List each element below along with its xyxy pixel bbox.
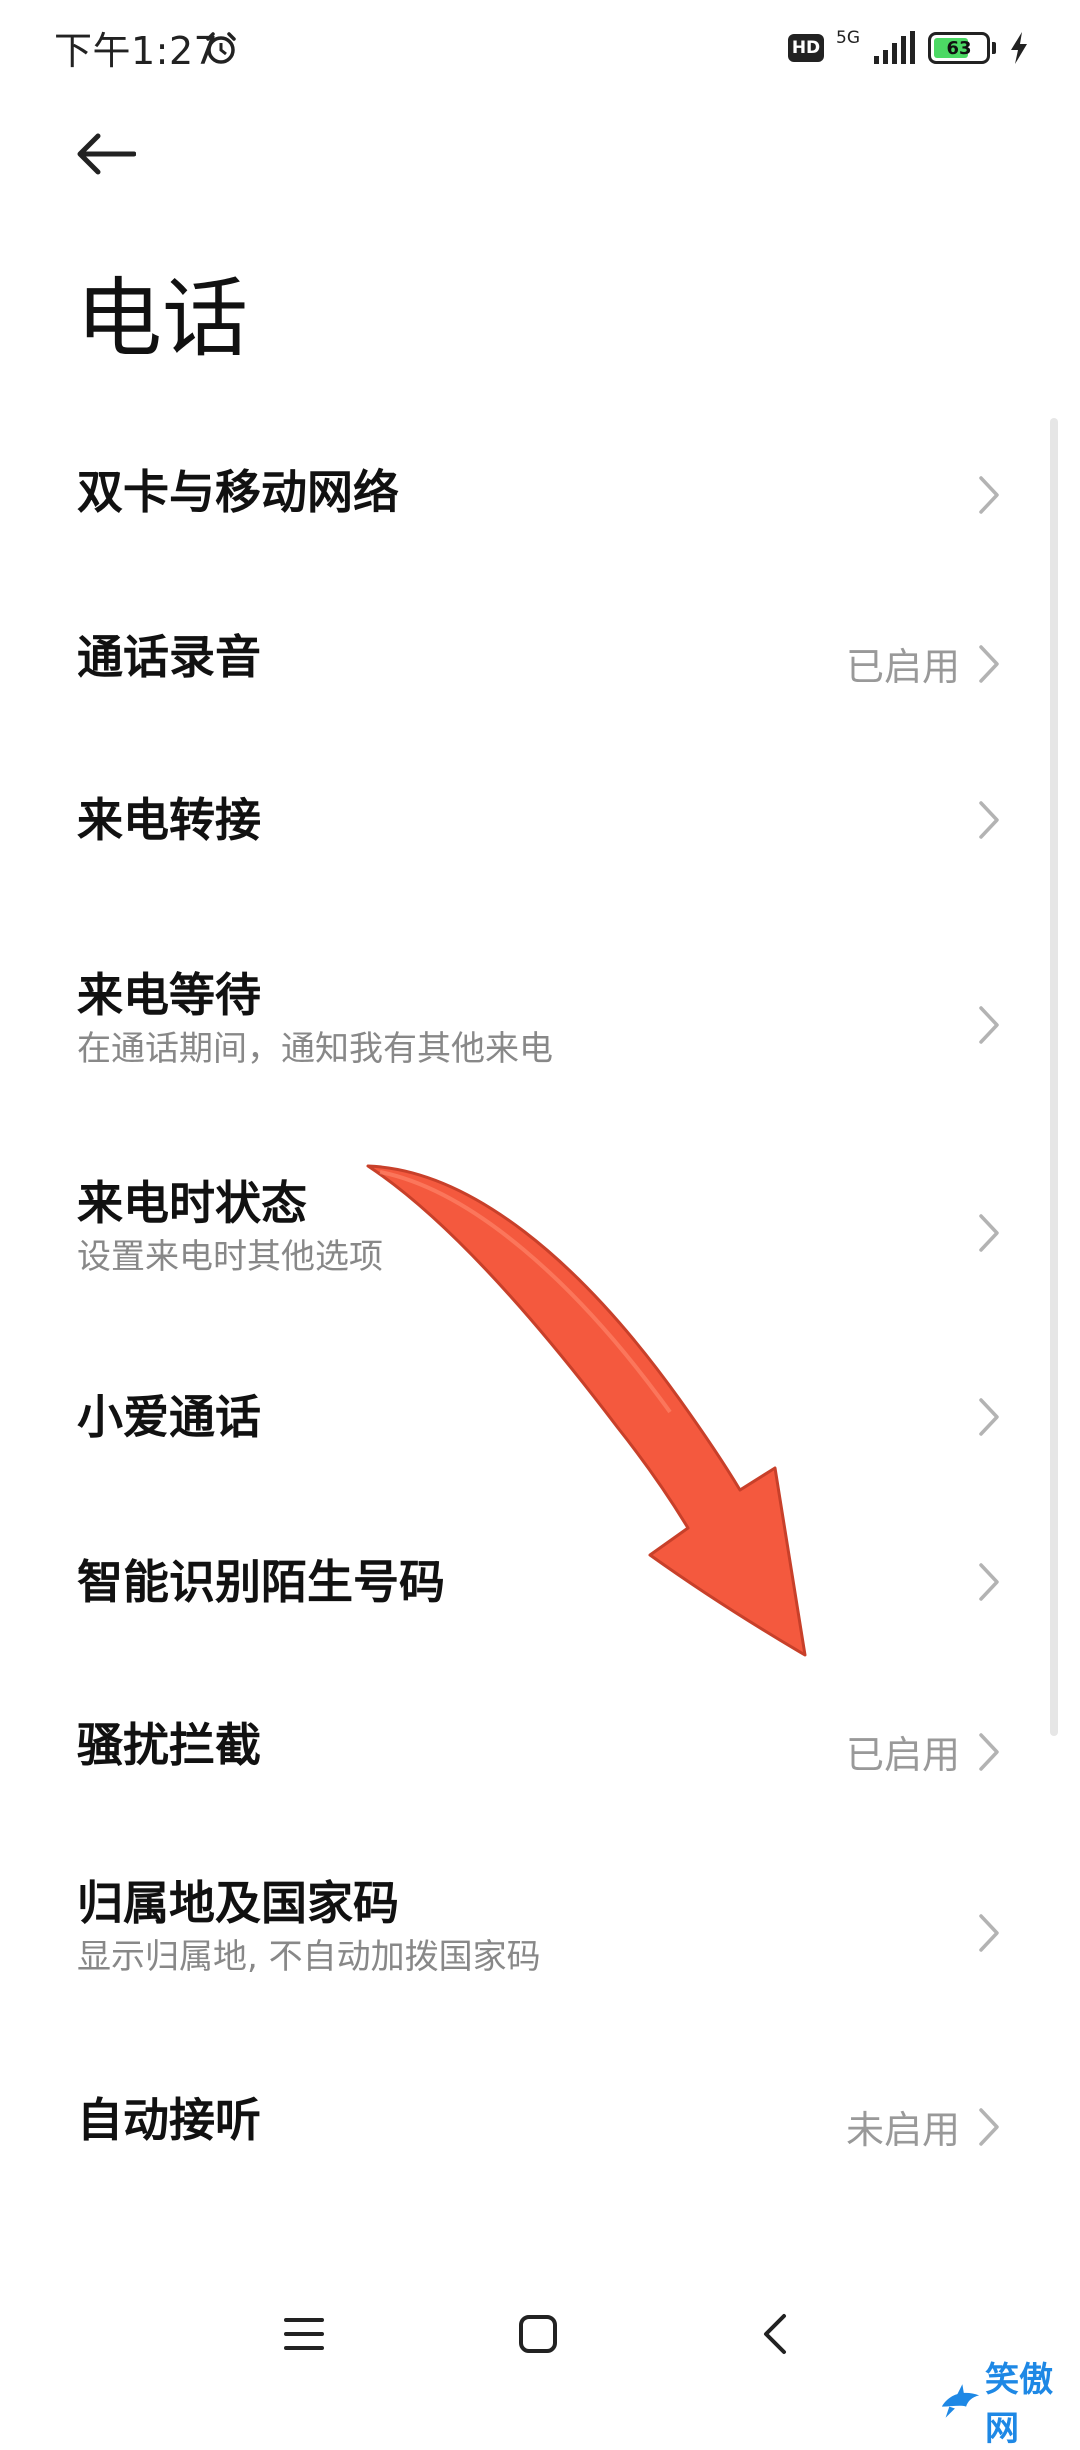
chevron-right-icon [979,1214,999,1252]
row-status-value: 已启用 [845,1733,960,1777]
nav-menu-button[interactable] [268,2298,340,2370]
page-title: 电话 [76,269,248,369]
annotation-arrow [366,1164,807,1657]
row-text: 来电转接 [77,790,261,850]
row-text: 通话录音 [77,627,261,687]
network-type: 5G [836,28,860,48]
nav-home-button[interactable] [502,2298,574,2370]
chevron-right-icon [979,476,999,514]
row-title: 通话录音 [77,630,261,684]
row-subtitle: 设置来电时其他选项 [77,1237,383,1277]
nav-back-button[interactable] [738,2298,810,2370]
row-subtitle: 显示归属地, 不自动加拨国家码 [77,1937,541,1977]
arrow-left-icon [77,133,136,175]
row-right: 未启用 [846,2099,1000,2154]
alarm-clock-icon [206,32,236,64]
row-title: 来电时状态 [77,1176,307,1230]
scrollbar[interactable] [1050,418,1058,1736]
row-title: 来电转接 [77,793,261,847]
row-status-value: 已启用 [845,645,960,689]
setting-row-call-recording[interactable]: 通话录音 已启用 [0,602,1080,712]
row-text: 双卡与移动网络 [77,462,399,522]
chevron-right-icon [979,1398,999,1436]
row-text: 骚扰拦截 [77,1715,261,1775]
row-right [978,1397,1000,1437]
row-text: 归属地及国家码 显示归属地, 不自动加拨国家码 [77,1873,541,1981]
row-text: 来电时状态 设置来电时其他选项 [77,1173,383,1281]
chevron-right-icon [979,1563,999,1601]
row-right: 已启用 [846,1724,1000,1779]
charging-bolt-icon [1011,32,1027,64]
row-subtitle: 在通话期间，通知我有其他来电 [77,1029,553,1069]
navigation-bar [0,2270,1080,2400]
row-right [978,800,1000,840]
watermark-text: 笑傲网 [984,2360,1053,2449]
setting-row-dual-sim[interactable]: 双卡与移动网络 [0,440,1080,550]
battery-level: 63 [946,37,972,59]
row-right [978,1005,1000,1045]
row-title: 归属地及国家码 [77,1876,399,1930]
setting-row-call-waiting[interactable]: 来电等待 在通话期间，通知我有其他来电 [0,955,1080,1095]
chevron-right-icon [979,801,999,839]
chevron-right-icon [979,2107,999,2146]
hd-voice-badge: HD [788,34,824,62]
row-right [978,1562,1000,1602]
row-text: 来电等待 在通话期间，通知我有其他来电 [77,965,553,1073]
chevron-right-icon [979,1914,999,1952]
row-right [978,1213,1000,1253]
row-title: 来电等待 [77,968,261,1022]
row-right [978,475,1000,515]
battery-icon: 63 [928,32,990,64]
setting-row-call-forwarding[interactable]: 来电转接 [0,765,1080,875]
signal-strength-icon [874,31,915,64]
row-status-value: 未启用 [845,2108,960,2152]
row-text: 小爱通话 [77,1387,261,1447]
status-time: 下午1:27 [54,29,219,73]
home-square-icon [519,2315,557,2353]
row-title: 双卡与移动网络 [77,465,399,519]
chevron-right-icon [979,1006,999,1044]
menu-icon [284,2318,324,2350]
row-text: 自动接听 [77,2090,261,2150]
setting-row-spam-blocking[interactable]: 骚扰拦截 已启用 [0,1690,1080,1800]
status-bar: 下午1:27 HD 5G 63 [0,0,1080,96]
back-chevron-icon [764,2314,786,2354]
back-button[interactable] [70,118,142,190]
status-icons: HD 5G 63 [788,26,1030,70]
shark-logo-icon [941,2384,980,2418]
row-title: 小爱通话 [77,1390,261,1444]
row-title: 骚扰拦截 [77,1718,261,1772]
row-right: 已启用 [846,636,1000,691]
setting-row-auto-answer[interactable]: 自动接听 未启用 [0,2065,1080,2175]
row-title: 自动接听 [77,2093,261,2147]
chevron-right-icon [979,644,999,683]
row-right [978,1913,1000,1953]
watermark: 笑傲网 [940,2352,1080,2450]
chevron-right-icon [979,1732,999,1771]
setting-row-location-country-code[interactable]: 归属地及国家码 显示归属地, 不自动加拨国家码 [0,1863,1080,2003]
